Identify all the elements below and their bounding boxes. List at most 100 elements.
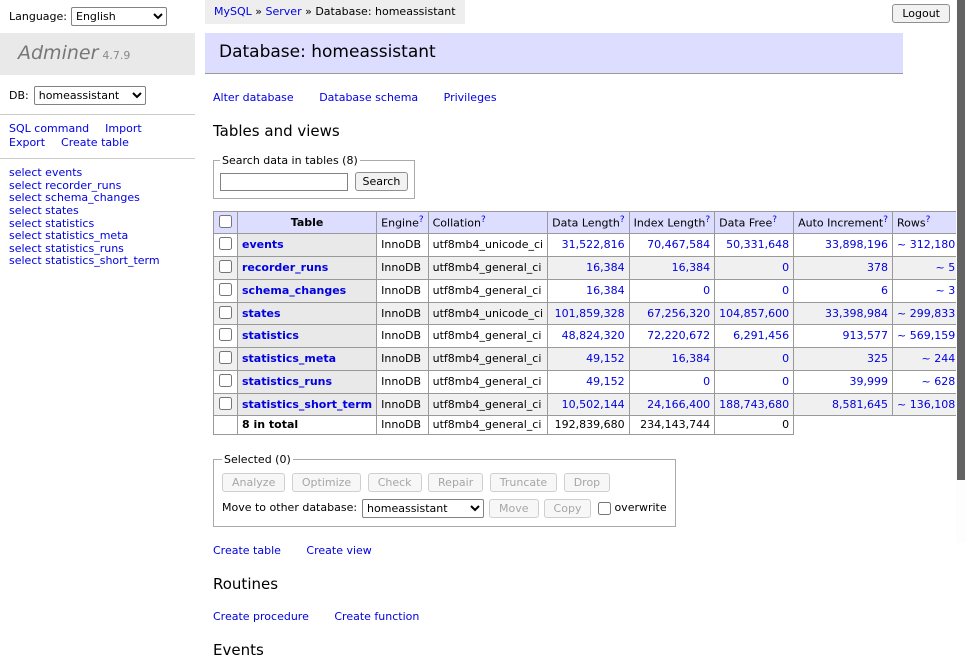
repair-button[interactable]: Repair (428, 473, 483, 492)
cell-rows-link[interactable]: ~ 244 (921, 352, 955, 365)
cell-rows-link[interactable]: ~ 3 (935, 284, 955, 297)
create-function-link[interactable]: Create function (334, 610, 419, 623)
row-checkbox[interactable] (219, 237, 232, 250)
alter-database-link[interactable]: Alter database (213, 91, 294, 104)
cell-index-length-link[interactable]: 24,166,400 (647, 398, 710, 411)
cell-index-length-link[interactable]: 16,384 (672, 352, 711, 365)
cell-auto-increment-link[interactable]: 325 (867, 352, 888, 365)
database-schema-link[interactable]: Database schema (319, 91, 418, 104)
cell-index-length-link[interactable]: 0 (703, 375, 710, 388)
language-select[interactable]: English (71, 7, 167, 26)
export-link[interactable]: Export (9, 136, 45, 149)
cell-data-length-link[interactable]: 16,384 (586, 261, 625, 274)
cell-data-length-link[interactable]: 101,859,328 (555, 307, 625, 320)
cell-data-length-link[interactable]: 16,384 (586, 284, 625, 297)
analyze-button[interactable]: Analyze (222, 473, 285, 492)
cell-auto-increment-link[interactable]: 39,999 (850, 375, 889, 388)
sidebar-item-events[interactable]: select events (9, 167, 195, 180)
cell-data-free-link[interactable]: 6,291,456 (733, 329, 789, 342)
cell-index-length-link[interactable]: 0 (703, 284, 710, 297)
table-link[interactable]: events (242, 238, 284, 251)
cell-data-free-link[interactable]: 50,331,648 (726, 238, 789, 251)
row-checkbox[interactable] (219, 260, 232, 273)
cell-rows-link[interactable]: ~ 5 (935, 261, 955, 274)
sql-command-link[interactable]: SQL command (9, 122, 89, 135)
cell-rows-link[interactable]: ~ 299,833 (897, 307, 955, 320)
sidebar-item-states[interactable]: select states (9, 205, 195, 218)
select-all-checkbox[interactable] (219, 215, 232, 228)
help-icon[interactable]: ? (419, 215, 424, 225)
cell-rows-link[interactable]: ~ 569,159 (897, 329, 955, 342)
cell-data-free-link[interactable]: 0 (782, 284, 789, 297)
row-checkbox[interactable] (219, 351, 232, 364)
scrollbar-thumb[interactable] (957, 0, 965, 480)
help-icon[interactable]: ? (620, 215, 625, 225)
cell-data-free-link[interactable]: 104,857,600 (719, 307, 789, 320)
cell-rows-link[interactable]: ~ 312,180 (897, 238, 955, 251)
cell-data-free-link[interactable]: 0 (782, 352, 789, 365)
cell-auto-increment-link[interactable]: 8,581,645 (832, 398, 888, 411)
overwrite-checkbox[interactable] (598, 502, 611, 515)
cell-auto-increment-link[interactable]: 378 (867, 261, 888, 274)
scrollbar[interactable] (956, 0, 966, 543)
row-checkbox[interactable] (219, 328, 232, 341)
search-input[interactable] (220, 173, 348, 191)
optimize-button[interactable]: Optimize (292, 473, 361, 492)
cell-index-length-link[interactable]: 67,256,320 (647, 307, 710, 320)
column-header-table[interactable]: Table (238, 211, 377, 234)
move-button[interactable]: Move (489, 499, 539, 518)
create-table-link-bottom[interactable]: Create table (213, 544, 281, 557)
import-link[interactable]: Import (105, 122, 142, 135)
table-link[interactable]: states (242, 307, 281, 320)
cell-rows-link[interactable]: ~ 628 (921, 375, 955, 388)
db-select[interactable]: homeassistant (34, 86, 146, 105)
cell-data-free-link[interactable]: 188,743,680 (719, 398, 789, 411)
truncate-button[interactable]: Truncate (490, 473, 557, 492)
cell-data-length-link[interactable]: 49,152 (586, 352, 625, 365)
check-button[interactable]: Check (368, 473, 422, 492)
table-link[interactable]: schema_changes (242, 284, 346, 297)
drop-button[interactable]: Drop (564, 473, 610, 492)
help-icon[interactable]: ? (883, 215, 888, 225)
search-button[interactable]: Search (355, 172, 409, 191)
cell-rows-link[interactable]: ~ 136,108 (897, 398, 955, 411)
cell-auto-increment-link[interactable]: 33,398,984 (825, 307, 888, 320)
table-link[interactable]: statistics_runs (242, 375, 332, 388)
cell-data-length-link[interactable]: 31,522,816 (562, 238, 625, 251)
help-icon[interactable]: ? (772, 215, 777, 225)
cell-index-length-link[interactable]: 16,384 (672, 261, 711, 274)
sidebar-item-statistics-meta[interactable]: select statistics_meta (9, 230, 195, 243)
cell-data-length-link[interactable]: 48,824,320 (562, 329, 625, 342)
table-link[interactable]: statistics_meta (242, 352, 336, 365)
create-table-link[interactable]: Create table (61, 136, 129, 149)
help-icon[interactable]: ? (926, 215, 931, 225)
move-database-select[interactable]: homeassistant (362, 499, 484, 518)
sidebar-item-statistics-short-term[interactable]: select statistics_short_term (9, 255, 195, 268)
cell-engine: InnoDB (377, 393, 428, 416)
column-header-rows: Rows? (893, 211, 960, 234)
help-icon[interactable]: ? (481, 215, 486, 225)
cell-data-free-link[interactable]: 0 (782, 375, 789, 388)
cell-auto-increment-link[interactable]: 6 (881, 284, 888, 297)
table-link[interactable]: statistics_short_term (242, 398, 372, 411)
copy-button[interactable]: Copy (544, 499, 592, 518)
search-fieldset: Search data in tables (8) Search (213, 154, 415, 199)
create-view-link[interactable]: Create view (306, 544, 371, 557)
cell-data-length-link[interactable]: 10,502,144 (562, 398, 625, 411)
row-checkbox[interactable] (219, 397, 232, 410)
privileges-link[interactable]: Privileges (444, 91, 497, 104)
events-heading: Events (213, 641, 903, 660)
row-checkbox[interactable] (219, 374, 232, 387)
create-procedure-link[interactable]: Create procedure (213, 610, 309, 623)
row-checkbox[interactable] (219, 306, 232, 319)
help-icon[interactable]: ? (705, 215, 710, 225)
cell-data-length-link[interactable]: 49,152 (586, 375, 625, 388)
cell-index-length-link[interactable]: 72,220,672 (647, 329, 710, 342)
cell-auto-increment-link[interactable]: 33,898,196 (825, 238, 888, 251)
table-link[interactable]: statistics (242, 329, 299, 342)
cell-data-free-link[interactable]: 0 (782, 261, 789, 274)
cell-auto-increment-link[interactable]: 913,577 (843, 329, 889, 342)
table-link[interactable]: recorder_runs (242, 261, 328, 274)
cell-index-length-link[interactable]: 70,467,584 (647, 238, 710, 251)
row-checkbox[interactable] (219, 283, 232, 296)
